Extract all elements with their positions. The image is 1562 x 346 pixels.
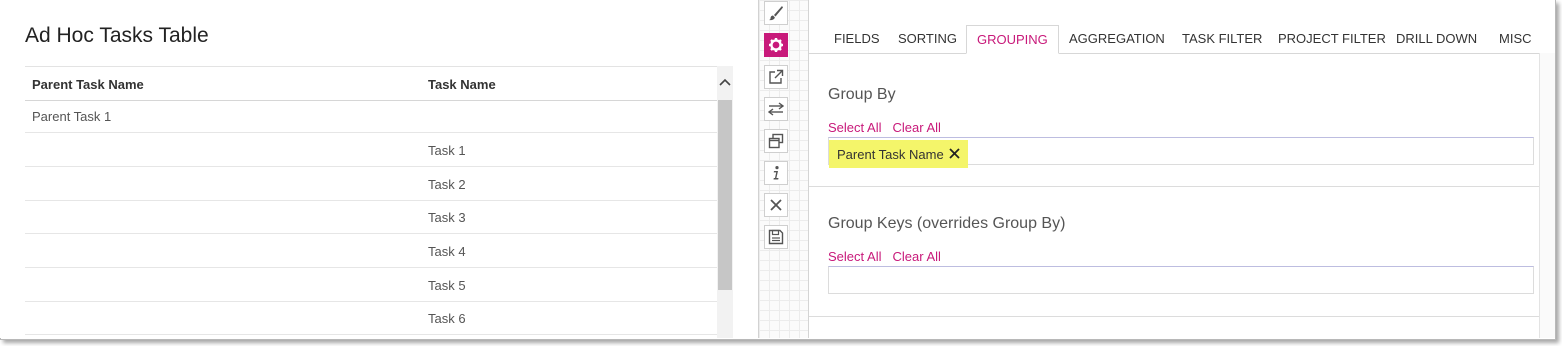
tab-fields[interactable]: FIELDS [824, 25, 890, 53]
group-keys-title: Group Keys (overrides Group By) [828, 215, 1066, 232]
section-divider [809, 186, 1555, 187]
table-row[interactable]: Task 2 [25, 167, 717, 201]
tab-project-filter[interactable]: PROJECT FILTER [1268, 25, 1396, 53]
column-header-parent-task-name[interactable]: Parent Task Name [32, 77, 144, 92]
group-by-links: Select All Clear All [828, 120, 952, 135]
table-scrollbar[interactable] [717, 66, 733, 338]
tasks-table: Parent Task Name Task Name Parent Task 1… [25, 66, 733, 338]
remove-chip-icon[interactable] [949, 147, 960, 162]
group-by-chip-label: Parent Task Name [837, 146, 944, 162]
cell-task: Task 4 [428, 244, 466, 259]
table-title: Ad Hoc Tasks Table [25, 24, 209, 47]
cell-task: Task 6 [428, 311, 466, 326]
table-row[interactable]: Task 3 [25, 200, 717, 234]
tab-grouping[interactable]: GROUPING [966, 25, 1059, 54]
save-icon[interactable] [764, 225, 788, 249]
tab-misc[interactable]: MISC [1489, 25, 1542, 53]
scrollbar-thumb[interactable] [718, 100, 732, 290]
tab-drill-down[interactable]: DRILL DOWN [1386, 25, 1487, 53]
table-row[interactable]: Task 1 [25, 133, 717, 167]
group-by-select-all-link[interactable]: Select All [828, 120, 881, 135]
cell-task: Task 1 [428, 143, 466, 158]
tab-sorting[interactable]: SORTING [888, 25, 967, 53]
table-header: Parent Task Name Task Name [25, 66, 717, 101]
group-keys-clear-all-link[interactable]: Clear All [892, 249, 940, 264]
table-row[interactable]: Task 4 [25, 234, 717, 268]
settings-scrollbar[interactable] [1539, 53, 1555, 338]
gear-icon[interactable] [764, 33, 788, 57]
swap-arrows-icon[interactable] [764, 97, 788, 121]
group-keys-selection-box[interactable] [828, 266, 1534, 294]
group-keys-select-all-link[interactable]: Select All [828, 249, 881, 264]
group-keys-links: Select All Clear All [828, 249, 952, 264]
settings-panel: FIELDS SORTING GROUPING AGGREGATION TASK… [808, 0, 1555, 338]
group-by-clear-all-link[interactable]: Clear All [892, 120, 940, 135]
table-row[interactable]: Parent Task 1 [25, 99, 717, 133]
table-row[interactable]: Task 6 [25, 301, 717, 335]
close-icon[interactable] [764, 193, 788, 217]
cell-task: Task 2 [428, 177, 466, 192]
group-by-selection-box[interactable]: Parent Task Name [828, 137, 1534, 168]
paintbrush-icon[interactable] [764, 1, 788, 25]
external-link-icon[interactable] [764, 65, 788, 89]
table-preview-panel: Ad Hoc Tasks Table Parent Task Name Task… [0, 0, 758, 338]
group-by-title: Group By [828, 86, 896, 103]
windows-icon[interactable] [764, 129, 788, 153]
settings-tabs: FIELDS SORTING GROUPING AGGREGATION TASK… [809, 25, 1555, 54]
cell-task: Task 3 [428, 210, 466, 225]
scroll-up-icon[interactable] [717, 76, 733, 92]
section-divider [809, 316, 1555, 317]
tab-aggregation[interactable]: AGGREGATION [1059, 25, 1175, 53]
group-by-chip: Parent Task Name [829, 140, 968, 168]
column-header-task-name[interactable]: Task Name [428, 77, 496, 92]
table-row[interactable]: Task 5 [25, 268, 717, 302]
cell-parent-task: Parent Task 1 [32, 109, 112, 124]
tab-task-filter[interactable]: TASK FILTER [1172, 25, 1272, 53]
info-icon[interactable] [764, 161, 788, 185]
cell-task: Task 5 [428, 278, 466, 293]
